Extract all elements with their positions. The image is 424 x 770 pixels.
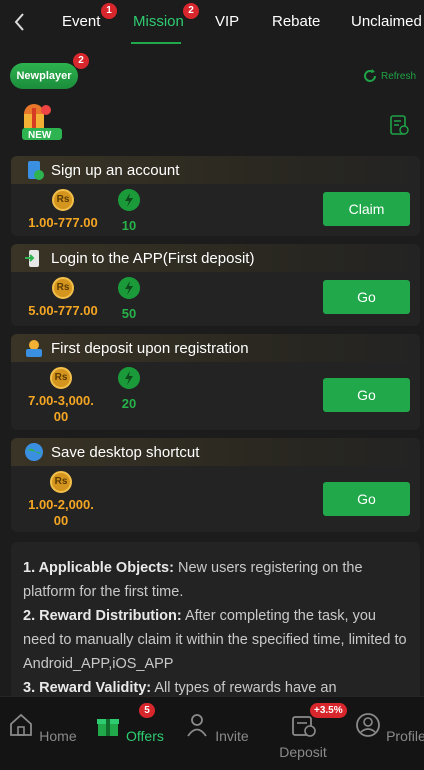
task-header: Login to the APP(First deposit): [11, 244, 420, 272]
event-badge: 1: [101, 3, 117, 19]
phone-check-icon: [28, 161, 44, 180]
task-header: First deposit upon registration: [11, 334, 420, 362]
go-button[interactable]: Go: [323, 482, 410, 516]
document-history-icon[interactable]: [388, 114, 410, 136]
deposit-icon: [26, 340, 42, 357]
rule-2: 2. Reward Distribution: After completing…: [23, 608, 407, 672]
task-header: Save desktop shortcut: [11, 438, 420, 466]
back-arrow-icon[interactable]: [10, 10, 30, 34]
lightning-icon: [118, 189, 140, 211]
task-card-app-login: Login to the APP(First deposit) Rs 5.00-…: [11, 244, 420, 326]
points-amount: 20: [121, 396, 137, 411]
nav-label: Profile: [386, 728, 424, 744]
new-label: NEW: [28, 130, 52, 141]
tab-mission[interactable]: Mission: [133, 13, 184, 30]
rules-panel: 1. Applicable Objects: New users registe…: [11, 542, 420, 696]
globe-icon: [25, 443, 43, 461]
nav-label: Deposit: [279, 744, 327, 760]
claim-button[interactable]: Claim: [323, 192, 410, 226]
tab-vip[interactable]: VIP: [215, 13, 239, 30]
rupee-coin-icon: Rs: [52, 189, 74, 211]
task-title: First deposit upon registration: [51, 340, 249, 357]
reward-amount: 5.00-777.00: [28, 303, 98, 318]
points-reward: 20: [111, 367, 147, 411]
task-card-signup: Sign up an account Rs 1.00-777.00 10 Cla…: [11, 156, 420, 236]
refresh-label: Refresh: [381, 70, 417, 82]
task-title: Login to the APP(First deposit): [51, 250, 255, 267]
profile-icon: [356, 713, 381, 737]
refresh-icon: [364, 69, 376, 82]
cash-reward: Rs 1.00-2,000. 00: [19, 471, 103, 529]
go-button[interactable]: Go: [323, 378, 410, 412]
reward-amount-line2: 00: [53, 513, 69, 528]
points-amount: 10: [121, 218, 137, 233]
nav-label: Offers: [126, 728, 164, 744]
new-gift-icon: NEW: [22, 104, 62, 141]
reward-amount: 1.00-777.00: [28, 215, 98, 230]
tab-unclaimed[interactable]: Unclaimed: [351, 13, 422, 30]
mission-content: Newplayer 2 Refresh NEW Sign up an accou…: [0, 44, 424, 696]
lightning-icon: [118, 277, 140, 299]
points-reward: 10: [111, 189, 147, 233]
nav-profile[interactable]: Profile: [354, 711, 424, 744]
gift-icon: [97, 719, 120, 736]
newplayer-button[interactable]: Newplayer: [10, 63, 78, 89]
cash-reward: Rs 5.00-777.00: [23, 277, 103, 318]
nav-home[interactable]: Home: [6, 711, 78, 744]
invite-icon: [187, 714, 208, 737]
task-card-first-deposit: First deposit upon registration Rs 7.00-…: [11, 334, 420, 430]
rupee-coin-icon: Rs: [52, 277, 74, 299]
tab-event[interactable]: Event: [62, 13, 100, 30]
tab-rebate[interactable]: Rebate: [272, 13, 320, 30]
go-button[interactable]: Go: [323, 280, 410, 314]
rule-1: 1. Applicable Objects: New users registe…: [23, 560, 363, 600]
reward-amount-line2: 00: [53, 409, 69, 424]
task-card-desktop-shortcut: Save desktop shortcut Rs 1.00-2,000. 00 …: [11, 438, 420, 532]
nav-label: Home: [39, 728, 77, 744]
lightning-icon: [118, 367, 140, 389]
cash-reward: Rs 1.00-777.00: [23, 189, 103, 230]
reward-amount-line1: 1.00-2,000.: [28, 497, 94, 512]
nav-deposit[interactable]: Deposit: [267, 711, 339, 760]
cash-reward: Rs 7.00-3,000. 00: [19, 367, 103, 425]
rule-3: 3. Reward Validity: All types of rewards…: [23, 680, 337, 696]
task-title: Sign up an account: [51, 162, 180, 179]
home-icon: [10, 713, 33, 736]
top-nav: Event 1 Mission 2 VIP Rebate Unclaimed: [0, 0, 424, 44]
nav-offers[interactable]: Offers: [93, 711, 165, 744]
refresh-button[interactable]: Refresh: [362, 68, 416, 84]
points-amount: 50: [121, 306, 137, 321]
rupee-coin-icon: Rs: [50, 471, 72, 493]
task-header: Sign up an account: [11, 156, 420, 184]
task-title: Save desktop shortcut: [51, 444, 200, 461]
app-login-icon: [25, 250, 39, 267]
mission-badge: 2: [183, 3, 199, 19]
reward-amount-line1: 7.00-3,000.: [28, 393, 94, 408]
rupee-coin-icon: Rs: [50, 367, 72, 389]
nav-invite[interactable]: Invite: [180, 711, 252, 744]
newplayer-badge: 2: [73, 53, 89, 69]
deposit-bonus-badge: +3.5%: [310, 703, 347, 718]
points-reward: 50: [111, 277, 147, 321]
bottom-nav: Home Offers 5 Invite Deposit +3.5% Profi…: [0, 696, 424, 770]
offers-badge: 5: [139, 703, 155, 718]
nav-label: Invite: [215, 728, 249, 744]
